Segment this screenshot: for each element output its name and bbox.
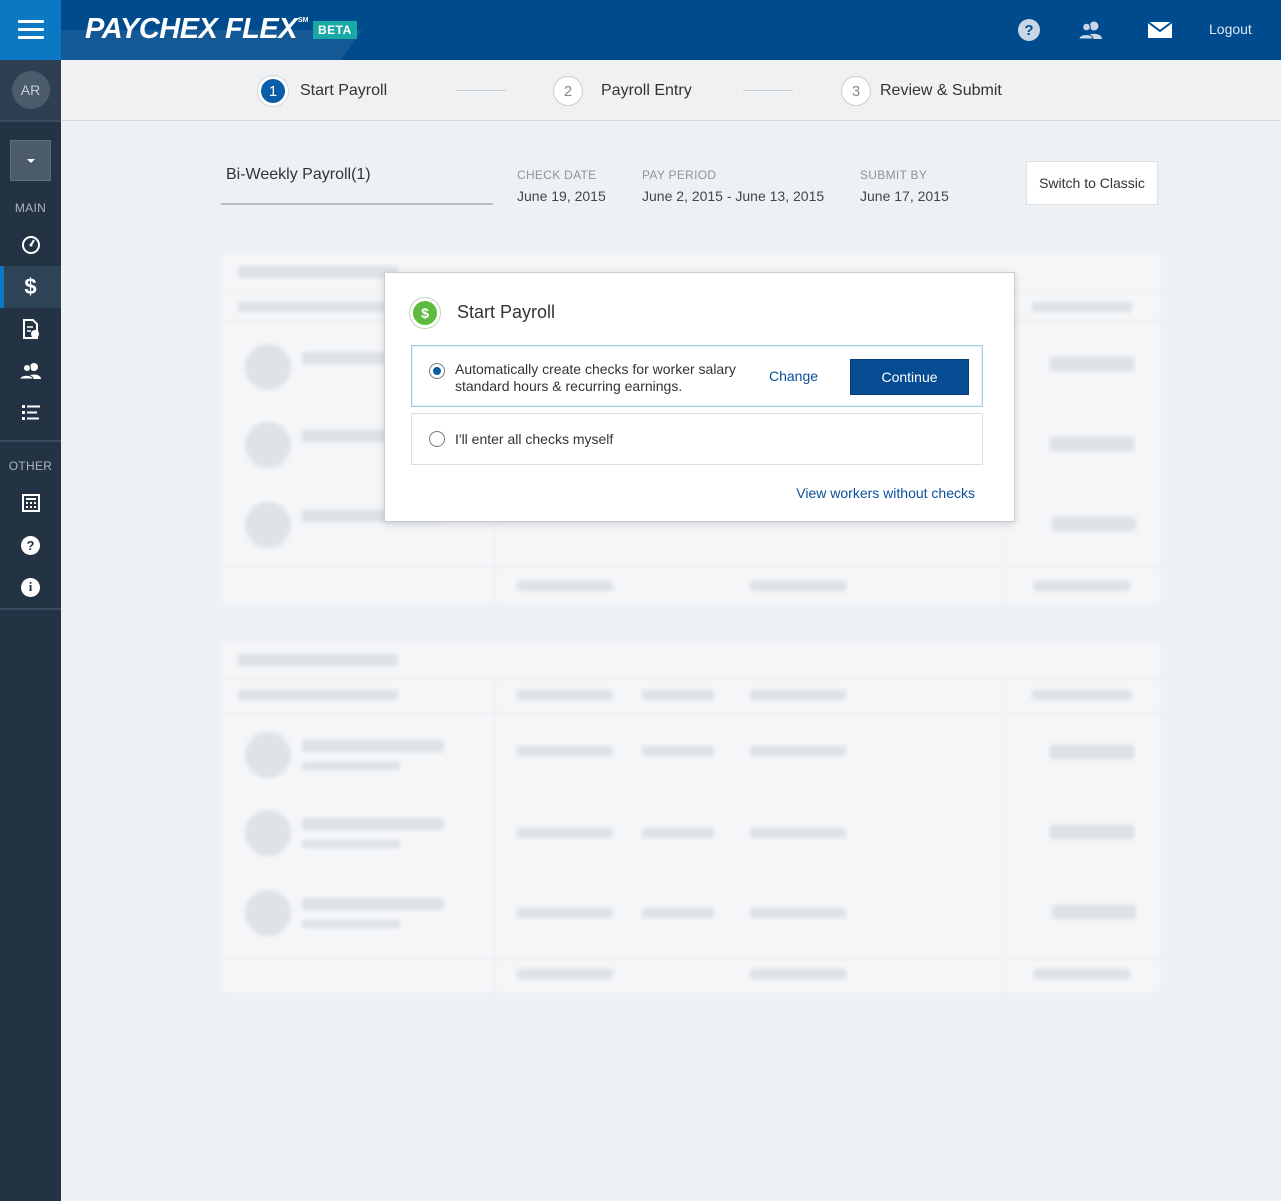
start-payroll-dialog: $ Start Payroll Automatically create che… <box>384 272 1015 522</box>
payroll-name-underline <box>221 203 493 205</box>
sidebar-item-info[interactable]: i <box>0 566 61 608</box>
help-icon: ? <box>21 535 40 555</box>
caret-down-icon <box>26 158 35 163</box>
auto-create-label: Automatically create checks for worker s… <box>455 361 736 395</box>
auto-create-label-line2: standard hours & recurring earnings. <box>455 378 683 394</box>
sidebar: AR MAIN $ OTHER ? i <box>0 60 61 1201</box>
step-2-label[interactable]: Payroll Entry <box>601 82 692 100</box>
step-connector <box>456 90 506 91</box>
sidebar-item-help[interactable]: ? <box>0 524 61 566</box>
sidebar-item-dashboard[interactable] <box>0 224 61 266</box>
loading-table-placeholder <box>222 642 1160 992</box>
hamburger-icon <box>17 20 44 40</box>
company-dropdown-button[interactable] <box>10 140 51 181</box>
sidebar-item-people[interactable] <box>0 350 61 392</box>
manual-checks-label: I'll enter all checks myself <box>455 431 614 447</box>
top-bar: PAYCHEX FLEX SM BETA ? Logout <box>0 0 1281 60</box>
beta-badge: BETA <box>313 21 357 39</box>
dashboard-icon <box>21 236 40 254</box>
auto-create-radio[interactable] <box>429 363 445 379</box>
sidebar-item-payroll[interactable]: $ <box>0 266 61 308</box>
reports-icon <box>22 319 39 339</box>
logo: PAYCHEX FLEX SM BETA <box>61 0 401 60</box>
continue-button[interactable]: Continue <box>850 359 969 395</box>
pay-period-value: June 2, 2015 - June 13, 2015 <box>642 188 825 204</box>
sidebar-section-other: OTHER <box>8 459 53 473</box>
step-3-label[interactable]: Review & Submit <box>880 82 1002 100</box>
sidebar-item-calculator[interactable] <box>0 482 61 524</box>
step-3-circle[interactable]: 3 <box>841 76 871 106</box>
step-1-label[interactable]: Start Payroll <box>300 82 387 100</box>
menu-button[interactable] <box>0 0 61 60</box>
logo-text: PAYCHEX FLEX <box>85 13 298 45</box>
switch-to-classic-button[interactable]: Switch to Classic <box>1026 161 1158 205</box>
avatar[interactable]: AR <box>11 71 50 109</box>
logo-service-mark: SM <box>298 17 309 24</box>
sidebar-item-list[interactable] <box>0 392 61 434</box>
option-manual-checks[interactable]: I'll enter all checks myself <box>411 413 983 465</box>
avatar-zone: AR <box>0 60 61 120</box>
dollar-icon: $ <box>409 297 441 329</box>
view-workers-without-checks-link[interactable]: View workers without checks <box>796 485 975 501</box>
submit-by-label: SUBMIT BY <box>860 168 928 182</box>
auto-create-label-line1: Automatically create checks for worker s… <box>455 361 736 377</box>
option-auto-create-checks[interactable]: Automatically create checks for worker s… <box>411 345 983 407</box>
pay-period-label: PAY PERIOD <box>642 168 717 182</box>
step-1-circle[interactable]: 1 <box>258 76 288 106</box>
payroll-name-select[interactable]: Bi-Weekly Payroll(1) <box>226 166 371 184</box>
sidebar-section-main: MAIN <box>14 201 47 215</box>
info-icon: i <box>21 577 40 597</box>
step-connector <box>743 90 793 91</box>
help-icon[interactable]: ? <box>1016 18 1042 42</box>
calculator-icon <box>21 494 40 512</box>
list-icon <box>21 405 40 420</box>
people-icon <box>18 363 41 380</box>
payroll-stepper: 1 Start Payroll 2 Payroll Entry 3 Review… <box>61 60 1281 121</box>
logout-link[interactable]: Logout <box>1209 21 1252 37</box>
dollar-icon: $ <box>24 274 37 299</box>
change-link[interactable]: Change <box>769 368 818 384</box>
dialog-title: Start Payroll <box>457 302 556 322</box>
sidebar-item-reports[interactable] <box>0 308 61 350</box>
check-date-value: June 19, 2015 <box>517 188 606 204</box>
manual-checks-radio[interactable] <box>429 431 445 447</box>
people-icon[interactable] <box>1078 18 1104 42</box>
radio-selected-dot <box>433 367 441 375</box>
step-2-circle[interactable]: 2 <box>553 76 583 106</box>
submit-by-value: June 17, 2015 <box>860 188 949 204</box>
mail-icon[interactable] <box>1147 18 1173 42</box>
check-date-label: CHECK DATE <box>517 168 597 182</box>
